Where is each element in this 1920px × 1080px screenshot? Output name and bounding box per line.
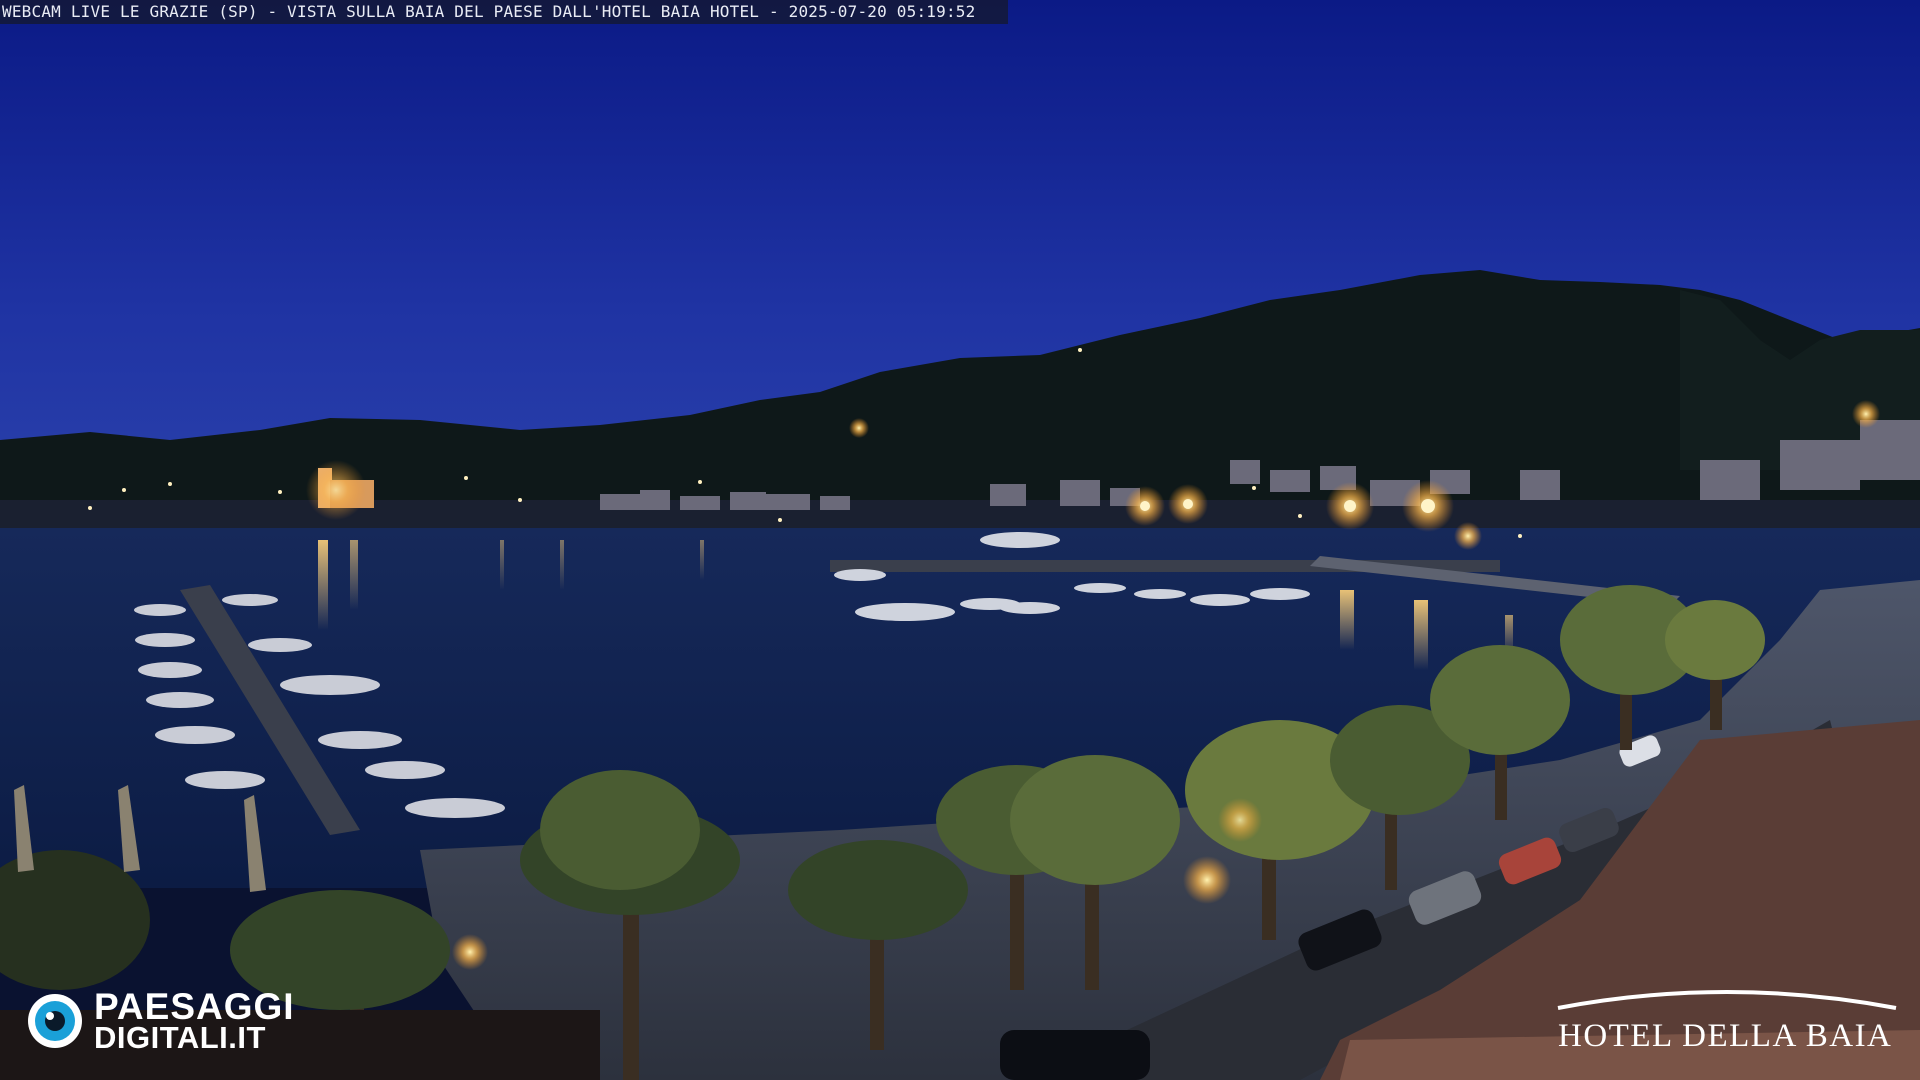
logo-arc-icon bbox=[1557, 990, 1897, 1010]
logo-text-digitali-main: DIGITALI bbox=[94, 1020, 229, 1055]
webcam-caption: WEBCAM LIVE LE GRAZIE (SP) - VISTA SULLA… bbox=[0, 0, 1008, 24]
webcam-frame: WEBCAM LIVE LE GRAZIE (SP) - VISTA SULLA… bbox=[0, 0, 1920, 1080]
hotel-della-baia-logo[interactable]: HOTEL DELLA BAIA bbox=[1552, 982, 1902, 1062]
logo-text-domain-suffix: .IT bbox=[228, 1020, 266, 1055]
hotel-logo-text: HOTEL DELLA BAIA bbox=[1558, 1018, 1893, 1054]
bay-scene-image bbox=[0, 0, 1920, 1080]
logo-text-digitali: DIGITALI.IT bbox=[94, 1020, 266, 1056]
paesaggi-digitali-logo[interactable]: PAESAGGI DIGITALI.IT bbox=[26, 986, 336, 1056]
eye-logo-icon bbox=[28, 994, 82, 1048]
